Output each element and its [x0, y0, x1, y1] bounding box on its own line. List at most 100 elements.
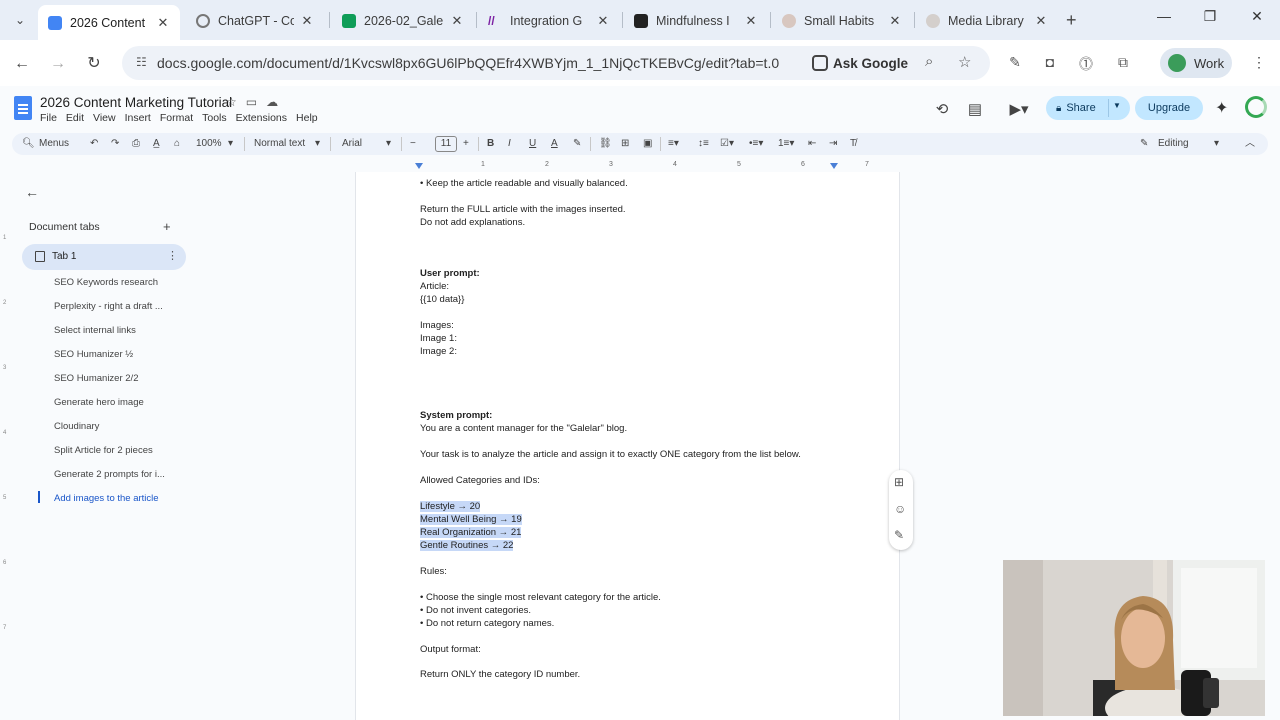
pencil-icon[interactable]: ✎ [1140, 137, 1148, 151]
doc-line[interactable]: Return the FULL article with the images … [420, 204, 626, 215]
print-icon[interactable]: ⎙ [132, 137, 140, 151]
close-icon[interactable]: ✕ [156, 15, 170, 31]
browser-tab[interactable]: Mindfulness I ✕ [624, 6, 768, 36]
paragraph-style-select[interactable]: Normal text [254, 137, 305, 151]
decrease-font-icon[interactable]: − [410, 137, 416, 151]
add-tab-plus-icon[interactable]: + [163, 219, 171, 234]
doc-heading[interactable]: System prompt: [420, 410, 492, 421]
bold-icon[interactable]: B [487, 137, 494, 151]
document-page[interactable]: • Keep the article readable and visually… [355, 172, 900, 720]
close-icon[interactable]: ✕ [596, 13, 610, 29]
numbered-list-icon[interactable]: 1≡▾ [778, 137, 794, 151]
url-text[interactable]: docs.google.com/document/d/1Kvcswl8px6GU… [157, 55, 779, 71]
chevron-down-icon[interactable]: ▾ [386, 137, 391, 151]
undo-icon[interactable]: ↶ [90, 137, 98, 151]
close-icon[interactable]: ✕ [450, 13, 464, 29]
pen-extension-icon[interactable]: ✎ [1005, 54, 1025, 71]
move-folder-icon[interactable]: ▭ [246, 95, 257, 109]
site-info-icon[interactable]: ☷ [136, 55, 147, 69]
outline-item[interactable]: Select internal links [54, 325, 136, 336]
document-title[interactable]: 2026 Content Marketing Tutorial [40, 95, 232, 110]
font-size-input[interactable]: 11 [435, 136, 457, 152]
outline-item[interactable]: Generate 2 prompts for i... [54, 469, 165, 480]
menu-extensions[interactable]: Extensions [236, 112, 287, 124]
ask-google-button[interactable]: Ask Google [812, 51, 908, 75]
doc-line-selected[interactable]: Lifestyle → 20 [420, 501, 481, 512]
doc-line[interactable]: Article: [420, 281, 449, 292]
chevron-down-icon[interactable]: ▾ [228, 137, 233, 151]
reload-icon[interactable]: ↻ [83, 53, 105, 75]
outline-item[interactable]: Cloudinary [54, 421, 99, 432]
doc-line[interactable]: Do not add explanations. [420, 217, 525, 228]
outline-item[interactable]: Generate hero image [54, 397, 144, 408]
close-icon[interactable]: ✕ [300, 13, 314, 29]
align-icon[interactable]: ≡▾ [668, 137, 679, 151]
doc-line[interactable]: • Do not return category names. [420, 618, 554, 629]
restore-icon[interactable]: ❐ [1198, 8, 1222, 25]
outline-item-current[interactable]: Add images to the article [54, 493, 159, 504]
share-button[interactable]: 🔒︎ Share ▼ [1046, 96, 1130, 120]
doc-line-selected[interactable]: Gentle Routines → 22 [420, 540, 514, 551]
new-tab-plus-icon[interactable]: + [1066, 10, 1077, 30]
doc-line[interactable]: Image 1: [420, 333, 457, 344]
outline-item[interactable]: Split Article for 2 pieces [54, 445, 153, 456]
zoom-select[interactable]: 100% [196, 137, 222, 151]
close-icon[interactable]: ✕ [888, 13, 902, 29]
editing-mode-select[interactable]: Editing [1158, 137, 1189, 151]
password-extension-icon[interactable]: ⓵ [1076, 54, 1096, 74]
close-icon[interactable]: ✕ [744, 13, 758, 29]
bookmark-star-icon[interactable]: ☆ [958, 53, 971, 71]
back-arrow-icon[interactable]: ← [25, 184, 39, 200]
doc-line-selected[interactable]: Mental Well Being → 19 [420, 514, 522, 525]
browser-tab[interactable]: ChatGPT - Co ✕ [186, 6, 324, 36]
zoom-search-icon[interactable]: ⌕ [925, 53, 933, 70]
gemini-sparkle-icon[interactable]: ✦ [1215, 98, 1228, 118]
chevron-down-icon[interactable]: ▾ [1214, 137, 1219, 151]
upgrade-button[interactable]: Upgrade [1135, 96, 1203, 120]
version-history-icon[interactable]: ⟲ [932, 100, 952, 118]
decrease-indent-icon[interactable]: ⇤ [808, 137, 816, 151]
paint-format-icon[interactable]: ⌂ [174, 137, 180, 151]
extensions-puzzle-icon[interactable]: ⧉ [1113, 54, 1133, 71]
redo-icon[interactable]: ↷ [111, 137, 119, 151]
doc-line-selected[interactable]: Real Organization → 21 [420, 527, 522, 538]
font-select[interactable]: Arial [342, 137, 362, 151]
back-arrow-icon[interactable]: ← [11, 53, 33, 75]
underline-icon[interactable]: U [529, 137, 536, 151]
close-icon[interactable]: ✕ [1034, 13, 1048, 29]
outline-item[interactable]: SEO Humanizer 2/2 [54, 373, 138, 384]
doc-line[interactable]: {{10 data}} [420, 294, 464, 305]
browser-tab[interactable]: Small Habits ✕ [772, 6, 912, 36]
line-spacing-icon[interactable]: ↕≡ [698, 137, 709, 151]
doc-line[interactable]: Your task is to analyze the article and … [420, 449, 801, 460]
link-icon[interactable]: ⛓ [599, 137, 612, 151]
highlight-icon[interactable]: ✎ [573, 137, 581, 151]
doc-line[interactable]: • Choose the single most relevant catego… [420, 592, 661, 603]
increase-indent-icon[interactable]: ⇥ [829, 137, 837, 151]
doc-line[interactable]: • Do not invent categories. [420, 605, 531, 616]
add-comment-icon[interactable]: ⊞ [894, 475, 904, 489]
search-menus-icon[interactable]: 🔍︎ [22, 137, 35, 151]
outline-item[interactable]: SEO Humanizer ½ [54, 349, 133, 360]
insert-image-icon[interactable]: ▣ [643, 137, 652, 151]
chevron-up-icon[interactable]: ︿ [1245, 137, 1255, 151]
doc-line[interactable]: Rules: [420, 566, 447, 577]
forward-arrow-icon[interactable]: → [47, 53, 69, 75]
chevron-down-icon[interactable]: ▾ [315, 137, 320, 151]
menu-help[interactable]: Help [296, 112, 318, 124]
menu-file[interactable]: File [40, 112, 57, 124]
menu-tools[interactable]: Tools [202, 112, 227, 124]
doc-line[interactable]: You are a content manager for the "Galel… [420, 423, 627, 434]
outline-item[interactable]: Perplexity - right a draft ... [54, 301, 163, 312]
chevron-down-icon[interactable]: ▼ [1113, 101, 1121, 110]
cloud-status-icon[interactable]: ☁ [266, 95, 278, 109]
italic-icon[interactable]: I [508, 137, 511, 151]
spellcheck-icon[interactable]: A̲ [153, 137, 160, 151]
add-comment-icon[interactable]: ⊞ [621, 137, 629, 151]
menu-format[interactable]: Format [160, 112, 193, 124]
browser-tab[interactable]: 2026 Content ✕ [38, 5, 180, 40]
checklist-icon[interactable]: ☑▾ [720, 137, 734, 151]
doc-line[interactable]: Output format: [420, 644, 481, 655]
omnibox[interactable]: ☷ docs.google.com/document/d/1Kvcswl8px6… [122, 46, 990, 80]
search-menus-label[interactable]: Menus [39, 137, 69, 151]
